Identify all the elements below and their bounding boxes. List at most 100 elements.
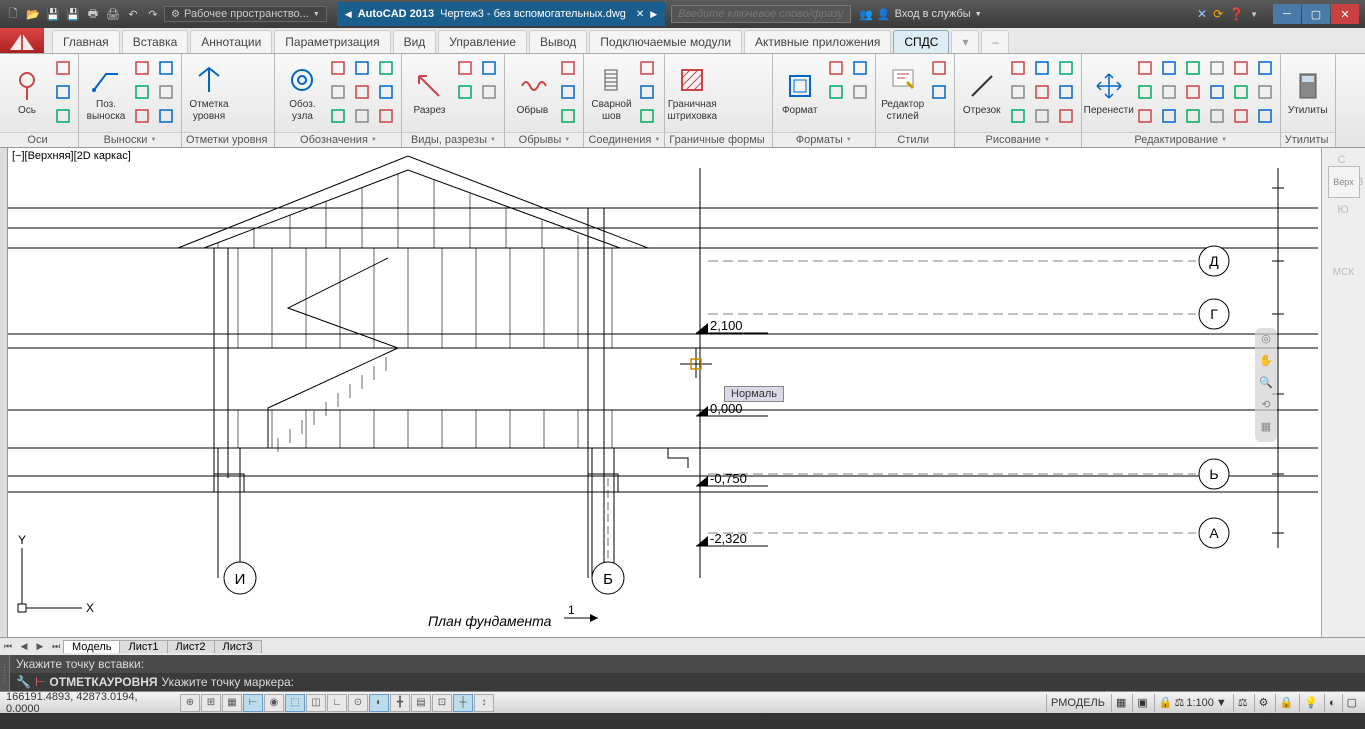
small-button[interactable]	[1134, 57, 1156, 79]
button-Поз. выноска[interactable]: Поз. выноска	[83, 57, 129, 129]
panel-title[interactable]: Редактирование	[1082, 132, 1280, 147]
status-toggle-4[interactable]: ◉	[264, 694, 284, 712]
drawing-canvas[interactable]: 2,1000,000-0,750-2,320ИБДГЬАПлан фундаме…	[8, 148, 1318, 637]
small-button[interactable]	[1230, 105, 1252, 127]
small-button[interactable]	[1182, 105, 1204, 127]
small-button[interactable]	[1158, 81, 1180, 103]
status-toggle-11[interactable]: ▤	[411, 694, 431, 712]
button-Перенести[interactable]: Перенести	[1086, 57, 1132, 129]
minimize-button[interactable]: ─	[1273, 4, 1301, 24]
nav-zoom-icon[interactable]: 🔍	[1257, 376, 1275, 394]
button-Обоз. узла[interactable]: Обоз. узла	[279, 57, 325, 129]
button-Отрезок[interactable]: Отрезок	[959, 57, 1005, 129]
small-button[interactable]	[1230, 57, 1252, 79]
button-Обрыв[interactable]: Обрыв	[509, 57, 555, 129]
small-button[interactable]	[131, 57, 153, 79]
panel-title[interactable]: Форматы	[773, 132, 875, 147]
ribbon-extra-button[interactable]: ▾	[951, 30, 979, 53]
maximize-button[interactable]: ▢	[1302, 4, 1330, 24]
nav-orbit-icon[interactable]: ⟲	[1257, 398, 1275, 416]
status-toggle-12[interactable]: ⊡	[432, 694, 452, 712]
status-toggle-1[interactable]: ⊞	[201, 694, 221, 712]
small-button[interactable]	[1134, 105, 1156, 127]
small-button[interactable]	[1206, 105, 1228, 127]
button-Утилиты[interactable]: Утилиты	[1285, 57, 1331, 129]
small-button[interactable]	[478, 57, 500, 79]
tab-Активные приложения[interactable]: Активные приложения	[744, 30, 891, 53]
tab-Вставка[interactable]: Вставка	[122, 30, 189, 53]
small-button[interactable]	[557, 57, 579, 79]
workspace-dropdown[interactable]: Рабочее пространство...	[164, 6, 327, 22]
panel-title[interactable]: Стили	[876, 132, 954, 147]
button-Отметка уровня[interactable]: Отметка уровня	[186, 57, 232, 129]
sign-in[interactable]: 👥 👤 Вход в службы▼	[859, 8, 981, 21]
small-button[interactable]	[375, 57, 397, 79]
small-button[interactable]	[1031, 81, 1053, 103]
small-button[interactable]	[131, 81, 153, 103]
panel-title[interactable]: Виды, разрезы	[402, 132, 504, 147]
status-toggle-10[interactable]: ╋	[390, 694, 410, 712]
command-input-line[interactable]: 🔧 ⊢ ОТМЕТКАУРОВНЯ Укажите точку маркера:	[10, 673, 1365, 691]
small-button[interactable]	[454, 81, 476, 103]
hardware-accel-icon[interactable]: 💡	[1299, 694, 1322, 712]
status-toggle-8[interactable]: ⊙	[348, 694, 368, 712]
tab-СПДС[interactable]: СПДС	[893, 30, 949, 53]
small-button[interactable]	[52, 105, 74, 127]
small-button[interactable]	[351, 81, 373, 103]
qat-new-icon[interactable]: 🗋	[4, 5, 22, 23]
viewport[interactable]: [−][Верхняя][2D каркас] 2,1000,000-0,750…	[8, 148, 1321, 637]
layout-tab-Лист3[interactable]: Лист3	[214, 640, 262, 653]
annotation-visibility-icon[interactable]: ⚖	[1233, 694, 1252, 712]
layout-last-icon[interactable]: ⏭	[48, 641, 64, 652]
small-button[interactable]	[155, 81, 177, 103]
application-menu-button[interactable]	[0, 28, 44, 53]
nav-pan-icon[interactable]: ✋	[1257, 354, 1275, 372]
small-button[interactable]	[1055, 57, 1077, 79]
ribbon-extra-button[interactable]: –	[981, 30, 1009, 53]
annotation-scale[interactable]: 🔒 ⚖ 1:100▼	[1154, 694, 1231, 712]
status-toggle-5[interactable]: ⬚	[285, 694, 305, 712]
layout-prev-icon[interactable]: ◀	[16, 641, 32, 652]
help-icon[interactable]: ❓	[1229, 7, 1244, 21]
small-button[interactable]	[1007, 81, 1029, 103]
status-toggle-0[interactable]: ⊕	[180, 694, 200, 712]
layout-next-icon[interactable]: ▶	[32, 641, 48, 652]
button-Сварной шов[interactable]: Сварной шов	[588, 57, 634, 129]
small-button[interactable]	[375, 105, 397, 127]
sync-icon[interactable]: ⟳	[1213, 7, 1223, 21]
exchange-icon[interactable]: ✕	[1197, 7, 1207, 21]
button-Ось[interactable]: Ось	[4, 57, 50, 129]
panel-title[interactable]: Рисование	[955, 132, 1081, 147]
help-dropdown-icon[interactable]: ▼	[1250, 10, 1258, 19]
file-close-icon[interactable]: ✕	[636, 9, 644, 20]
small-button[interactable]	[52, 81, 74, 103]
small-button[interactable]	[375, 81, 397, 103]
button-Разрез[interactable]: Разрез	[406, 57, 452, 129]
clean-screen-icon[interactable]: ▢	[1342, 694, 1361, 712]
status-toggle-7[interactable]: ∟	[327, 694, 347, 712]
small-button[interactable]	[636, 81, 658, 103]
small-button[interactable]	[1158, 105, 1180, 127]
nav-wheel-icon[interactable]: ◎	[1257, 332, 1275, 350]
small-button[interactable]	[825, 81, 847, 103]
command-handle[interactable]: ⋮⋮	[0, 655, 10, 691]
small-button[interactable]	[327, 81, 349, 103]
small-button[interactable]	[1254, 81, 1276, 103]
button-Формат[interactable]: Формат	[777, 57, 823, 129]
small-button[interactable]	[1007, 57, 1029, 79]
small-button[interactable]	[454, 57, 476, 79]
small-button[interactable]	[351, 105, 373, 127]
small-button[interactable]	[131, 105, 153, 127]
small-button[interactable]	[327, 57, 349, 79]
tab-Вид[interactable]: Вид	[393, 30, 437, 53]
panel-title[interactable]: Граничные формы	[665, 132, 771, 147]
status-toggle-9[interactable]: ◐	[369, 694, 389, 712]
layout-tab-Лист1[interactable]: Лист1	[119, 640, 167, 653]
small-button[interactable]	[557, 105, 579, 127]
panel-title[interactable]: Оси	[0, 132, 78, 147]
panel-title[interactable]: Обрывы	[505, 132, 583, 147]
small-button[interactable]	[1031, 105, 1053, 127]
status-toggle-14[interactable]: ↕	[474, 694, 494, 712]
small-button[interactable]	[636, 105, 658, 127]
quick-view-drawings-icon[interactable]: ▣	[1132, 694, 1151, 712]
